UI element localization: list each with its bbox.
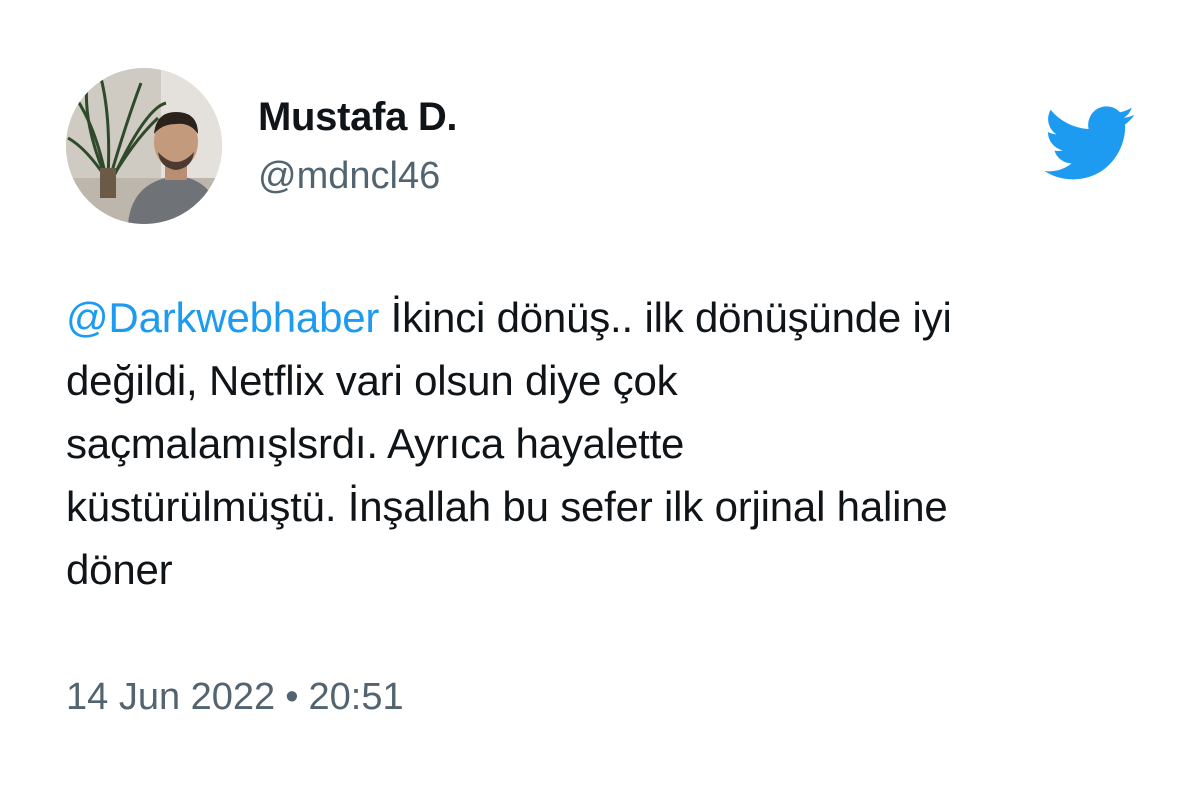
tweet-line-2: değildi, Netflix vari olsun diye çok [66, 357, 678, 404]
tweet-time: 20:51 [308, 676, 404, 718]
twitter-bird-svg [1044, 106, 1135, 180]
tweet-line-3: saçmalamışlsrdı. Ayrıca hayalette [66, 420, 685, 467]
user-handle[interactable]: @mdncl46 [258, 155, 440, 198]
tweet-line-1-text: İkinci dönüş.. ilk dönüşünde iyi [379, 294, 952, 341]
tweet-line-4: küstürülmüştü. İnşallah bu sefer ilk orj… [66, 483, 948, 530]
avatar-photo [66, 68, 222, 224]
tweet-card: Mustafa D. @mdncl46 @Darkwebhaber İkinci… [0, 0, 1200, 785]
tweet-line-5: döner [66, 546, 173, 593]
timestamp-separator: • [285, 676, 299, 718]
tweet-date: 14 Jun 2022 [66, 676, 276, 718]
tweet-line-1: @Darkwebhaber İkinci dönüş.. ilk dönüşün… [66, 286, 1146, 349]
tweet-text: @Darkwebhaber İkinci dönüş.. ilk dönüşün… [66, 286, 1146, 601]
display-name[interactable]: Mustafa D. [258, 95, 458, 140]
tweet-timestamp[interactable]: 14 Jun 2022 • 20:51 [66, 676, 404, 719]
avatar[interactable] [66, 68, 222, 224]
twitter-bird-icon[interactable] [1044, 106, 1136, 182]
mention-link[interactable]: @Darkwebhaber [66, 294, 379, 341]
